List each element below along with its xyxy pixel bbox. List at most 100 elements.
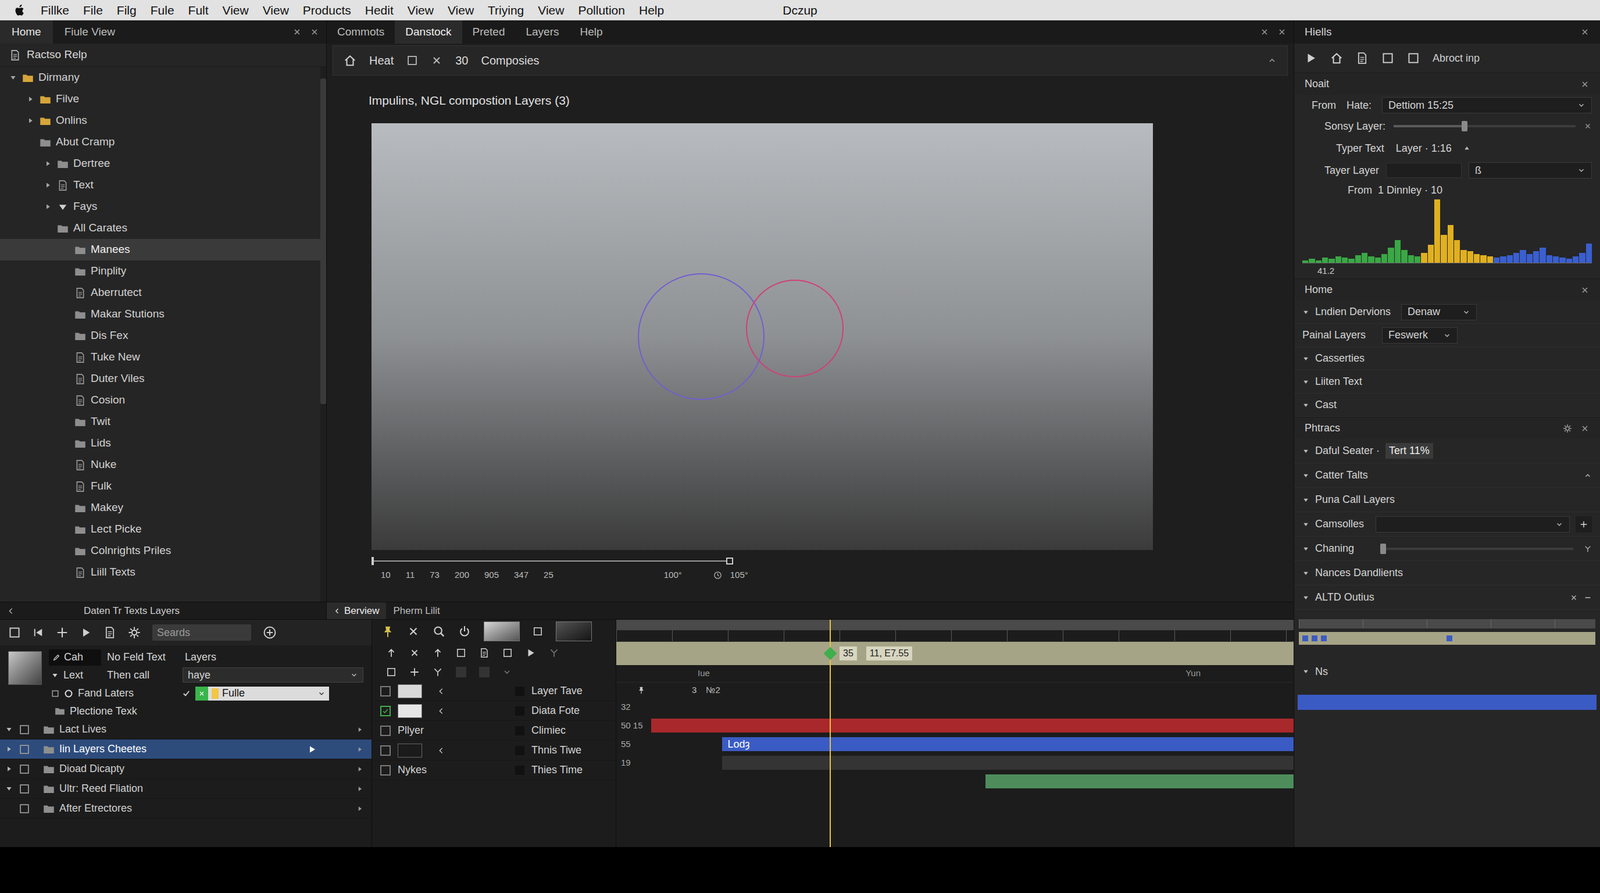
expander[interactable] — [43, 180, 53, 191]
expander[interactable] — [25, 116, 35, 126]
square-icon[interactable] — [386, 666, 397, 678]
triangle-down-icon[interactable] — [1302, 594, 1310, 602]
menu-item[interactable]: Products — [302, 1, 352, 20]
track-clip[interactable] — [722, 755, 1294, 770]
text-field[interactable] — [1386, 162, 1462, 178]
slider-knob[interactable] — [1461, 120, 1468, 132]
tree-item[interactable]: Onlins — [0, 109, 321, 132]
square-icon[interactable] — [532, 626, 544, 637]
switch-box[interactable] — [479, 666, 490, 678]
playhead[interactable] — [829, 619, 831, 848]
expander[interactable] — [25, 94, 35, 105]
close-icon[interactable] — [1580, 285, 1590, 295]
menu-item[interactable]: Filg — [116, 1, 137, 20]
triangle-right-icon[interactable] — [356, 745, 364, 753]
tree-item[interactable]: Dertree — [0, 152, 321, 175]
menu-item[interactable]: Triying — [487, 1, 524, 20]
expander[interactable] — [3, 724, 14, 735]
keyframe[interactable] — [1320, 635, 1327, 642]
ruler-track[interactable] — [371, 556, 1153, 566]
plus-icon[interactable] — [409, 666, 420, 678]
triangle-down-icon[interactable] — [1302, 569, 1310, 577]
checkbox[interactable] — [380, 725, 391, 737]
tree-item[interactable]: Makey — [0, 497, 321, 519]
switch-box[interactable] — [515, 686, 525, 696]
viewer-tab[interactable]: Berview — [326, 602, 387, 620]
tree-item[interactable]: Duter Viles — [0, 368, 321, 390]
search-icon[interactable] — [432, 625, 446, 638]
home-icon[interactable] — [343, 54, 357, 67]
preview-thumbnail[interactable] — [555, 621, 592, 642]
expander[interactable] — [43, 159, 53, 169]
menu-item[interactable]: Pollution — [577, 1, 625, 20]
tree-item[interactable]: Fulk — [0, 475, 321, 498]
document-icon[interactable] — [1355, 51, 1369, 65]
keyframe[interactable] — [1446, 635, 1453, 642]
square-icon[interactable] — [455, 647, 467, 659]
menu-item[interactable]: Hedit — [365, 1, 394, 20]
menu-item[interactable]: View — [222, 1, 249, 20]
gear-icon[interactable] — [127, 626, 141, 639]
arrow-up-icon[interactable] — [432, 647, 444, 659]
chevron-left-icon[interactable] — [437, 687, 446, 696]
dropdown[interactable]: Dettiom 15:25 — [1381, 97, 1592, 114]
fork-icon[interactable] — [548, 647, 560, 659]
triangle-down-icon[interactable] — [1302, 308, 1310, 316]
chevron-up-icon[interactable] — [1583, 471, 1592, 480]
toolbar-label[interactable]: Abroct inp — [1432, 50, 1480, 67]
fork-icon[interactable] — [432, 666, 444, 678]
tree-item[interactable]: Pinplity — [0, 260, 321, 282]
plus-icon[interactable] — [55, 626, 69, 639]
tree-item[interactable]: Manees — [0, 238, 321, 261]
tree-item[interactable]: Colnrights Priles — [0, 540, 321, 562]
track-clip[interactable] — [651, 718, 1294, 733]
checkbox[interactable] — [380, 705, 391, 717]
document-icon[interactable] — [479, 647, 490, 659]
triangle-down-icon[interactable] — [1302, 668, 1310, 675]
close-icon[interactable] — [1580, 27, 1590, 37]
triangle-down-icon[interactable] — [51, 671, 59, 680]
square-icon[interactable] — [502, 647, 513, 659]
keyframe-marker[interactable]: 11, E7.55 — [866, 646, 913, 661]
inspector-keyframe-strip[interactable] — [1298, 631, 1596, 645]
slider-track[interactable] — [1393, 125, 1576, 128]
expander[interactable] — [3, 763, 14, 775]
close-icon[interactable] — [1259, 27, 1270, 37]
layer-row[interactable]: Iin Layers Cheetes — [0, 739, 372, 760]
menu-item[interactable]: Fult — [188, 1, 209, 20]
chevron-left-icon[interactable] — [437, 746, 446, 755]
menu-item[interactable]: View — [407, 1, 434, 20]
close-icon[interactable] — [409, 647, 420, 659]
triangle-down-icon[interactable] — [1302, 545, 1310, 553]
tree-item[interactable]: Lect Picke — [0, 518, 321, 541]
dropdown[interactable]: haye — [182, 667, 364, 683]
close-icon[interactable] — [1277, 27, 1287, 37]
viewer-tab[interactable]: Pherm Lilit — [386, 602, 447, 620]
menu-item[interactable]: File — [83, 1, 103, 20]
triangle-down-icon[interactable] — [1302, 378, 1310, 386]
layer-row[interactable]: Dioad Dicapty — [0, 759, 372, 780]
home-icon[interactable] — [1330, 51, 1344, 65]
cell[interactable]: Cah — [48, 649, 102, 666]
keyframe[interactable] — [1302, 635, 1309, 642]
play-icon[interactable] — [525, 647, 537, 659]
menu-item[interactable]: Help — [638, 1, 664, 20]
chevron-down-icon[interactable] — [502, 667, 512, 677]
tree-item[interactable]: Aberrutect — [0, 281, 321, 304]
triangle-down-icon[interactable] — [1302, 447, 1310, 455]
chevron-up-icon[interactable] — [1267, 55, 1277, 66]
plus-circle-icon[interactable] — [262, 625, 277, 640]
layer-row[interactable]: Ultr: Reed Fliation — [0, 779, 372, 799]
chevron-left-icon[interactable] — [6, 606, 16, 616]
triangle-down-icon[interactable] — [1302, 520, 1310, 528]
layer-row[interactable]: Lact Lives — [0, 719, 372, 740]
minus-icon[interactable] — [1583, 593, 1592, 602]
tree-item[interactable]: Tuke New — [0, 346, 321, 369]
tree-item[interactable]: Filve — [0, 88, 321, 110]
skip-back-icon[interactable] — [32, 626, 45, 639]
expander[interactable] — [8, 73, 18, 83]
checkbox[interactable] — [180, 687, 192, 700]
tree-item[interactable]: Nuke — [0, 454, 321, 476]
power-icon[interactable] — [458, 625, 471, 638]
close-icon[interactable] — [292, 27, 302, 37]
